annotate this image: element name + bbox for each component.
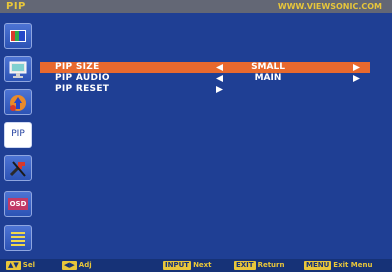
right-arrow-icon[interactable] [353,75,360,82]
monitor-icon [9,61,27,78]
menu-row-pip-reset[interactable]: PIP RESET [40,84,370,95]
left-right-key-icon: ◀▶ [62,261,77,270]
brand-url: WWW.VIEWSONIC.COM [277,2,382,11]
left-arrow-icon[interactable] [216,75,223,82]
exit-key-icon: EXIT [234,261,256,270]
input-key-icon: INPUT [163,261,192,270]
left-arrow-icon[interactable] [216,64,223,71]
tab-input-source[interactable] [4,89,32,115]
tab-color[interactable] [4,23,32,49]
tab-pip[interactable]: PIP [4,122,32,148]
menu-row-pip-audio[interactable]: PIP AUDIO MAIN [40,73,370,84]
color-bars-icon [10,30,26,42]
hint-exit-menu: MENU Exit Menu [304,261,373,270]
hint-return: EXIT Return [234,261,285,270]
right-arrow-icon[interactable] [353,64,360,71]
tab-monitor[interactable] [4,56,32,82]
menu-lines-icon [11,232,25,246]
osd-tab-label: OSD [9,200,27,208]
input-source-icon [10,95,26,111]
menu-row-label: PIP RESET [55,84,110,94]
menu-key-icon: MENU [304,261,332,270]
right-arrow-icon[interactable] [216,86,223,93]
category-tab-column: PIP OSD [0,13,35,259]
menu-row-label: PIP AUDIO [55,73,110,83]
page-title: PIP [6,1,26,12]
hint-next: INPUT Next [163,261,212,270]
tab-osd[interactable]: OSD [4,191,32,217]
tab-menu[interactable] [4,225,32,251]
tab-setup[interactable] [4,155,32,181]
menu-row-pip-size[interactable]: PIP SIZE SMALL [40,62,370,73]
pip-icon: PIP [11,129,25,139]
menu-row-label: PIP SIZE [55,62,100,72]
title-bar: PIP WWW.VIEWSONIC.COM [0,0,392,13]
hint-select: ▲▼ Sel [6,261,35,270]
osd-menu-window: PIP WWW.VIEWSONIC.COM PIP OSD PIP SIZE S… [0,0,392,272]
hint-adjust: ◀▶ Adj [62,261,92,270]
footer-hint-bar: ▲▼ Sel ◀▶ Adj INPUT Next EXIT Return MENU Exi… [0,259,392,272]
up-down-key-icon: ▲▼ [6,261,21,270]
setup-tools-icon [9,161,26,177]
